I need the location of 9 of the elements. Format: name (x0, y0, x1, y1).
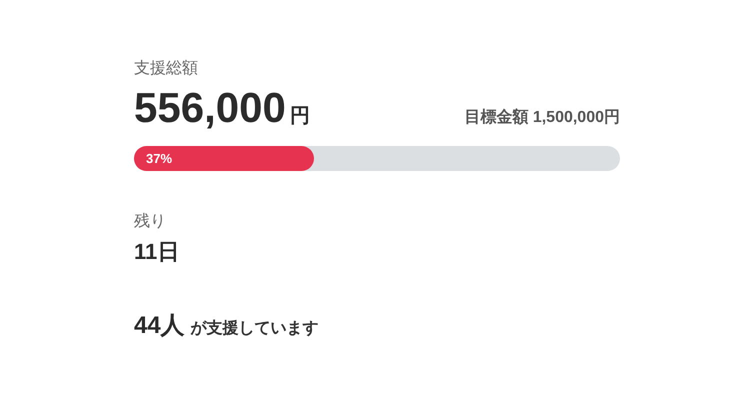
total-label: 支援総額 (134, 58, 199, 79)
remaining-label: 残り (134, 212, 167, 232)
progress-percent: 37% (146, 151, 172, 166)
currency-unit: 円 (290, 104, 310, 129)
supporter-text: が支援しています (190, 318, 319, 339)
supporter-count: 44人 (134, 311, 185, 341)
goal-amount: 目標金額 1,500,000円 (464, 107, 620, 128)
total-amount: 556,000 (134, 84, 286, 132)
remaining-days: 11日 (134, 237, 620, 267)
